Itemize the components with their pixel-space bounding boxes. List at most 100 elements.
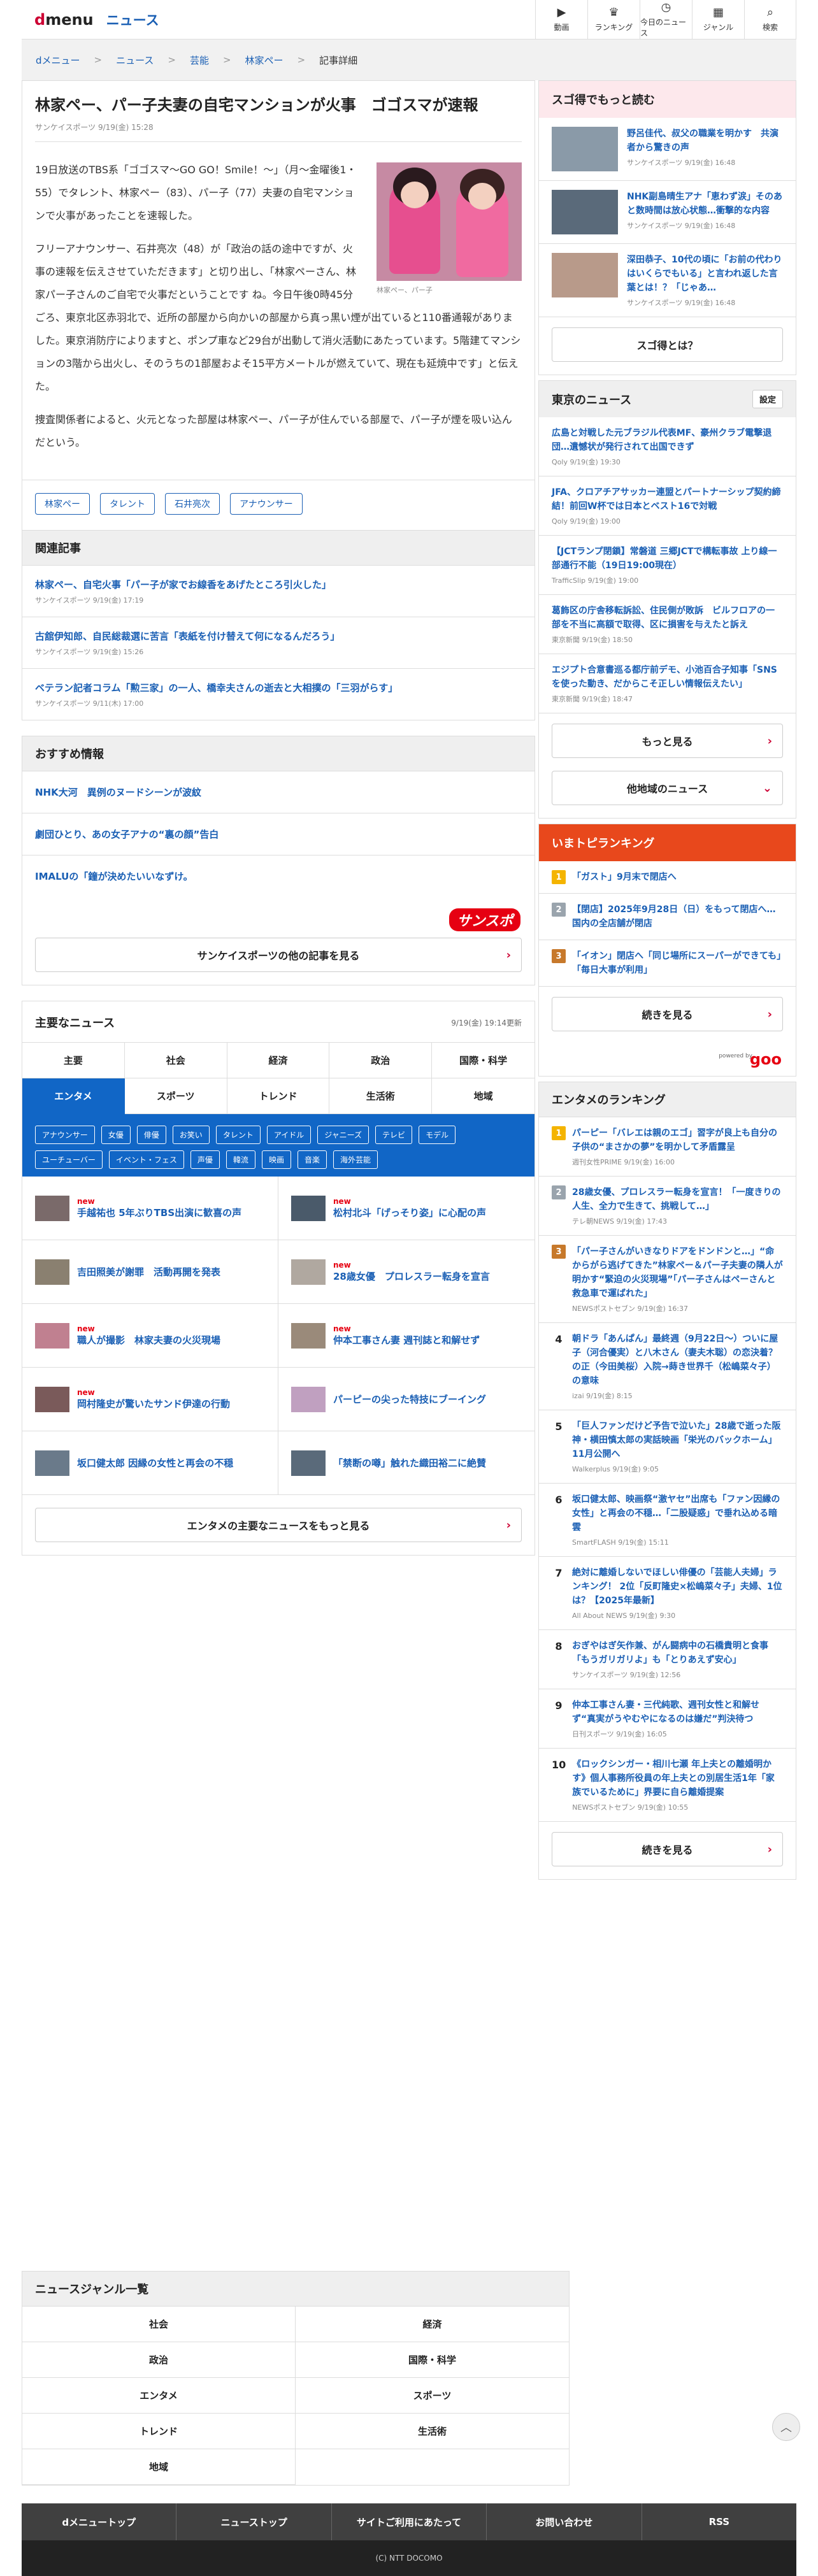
breadcrumb-entertainment[interactable]: 芸能	[190, 54, 209, 67]
recommend-item[interactable]: 劇団ひとり、あの女子アナの“裏の顔”告白	[22, 813, 535, 855]
genre-link[interactable]: 国際・科学	[296, 2342, 569, 2378]
major-news-item[interactable]: new 岡村隆史が驚いたサンド伊達の行動	[22, 1368, 278, 1431]
subgenre-tag[interactable]: テレビ	[375, 1126, 413, 1144]
sanspo-more-button[interactable]: サンケイスポーツの他の記事を見る ›	[35, 938, 522, 972]
subgenre-tag[interactable]: 俳優	[136, 1126, 166, 1144]
tokyo-news-item[interactable]: エジプト合意書巡る都庁前デモ、小池百合子知事「SNSを使った動き、だからこそ正し…	[539, 654, 796, 713]
subgenre-tag[interactable]: 声優	[190, 1150, 220, 1169]
nav-search[interactable]: ⌕ 検索	[744, 0, 796, 39]
nav-ranking[interactable]: ♛ ランキング	[587, 0, 640, 39]
subgenre-tag[interactable]: モデル	[419, 1126, 456, 1144]
tab-trend[interactable]: トレンド	[227, 1078, 330, 1114]
subgenre-tag[interactable]: 女優	[101, 1126, 131, 1144]
sugotoku-item[interactable]: 野呂佳代、叔父の職業を明かす 共演者から驚きの声 サンケイスポーツ 9/19(金)…	[539, 118, 796, 181]
genre-link[interactable]: 地域	[22, 2449, 296, 2485]
footer-terms[interactable]: サイトご利用にあたって	[332, 2503, 487, 2540]
breadcrumb-news[interactable]: ニュース	[116, 54, 154, 67]
goo-logo[interactable]: goo	[750, 1050, 782, 1068]
subgenre-tag[interactable]: イベント・フェス	[108, 1150, 184, 1169]
trend-ranking-item[interactable]: 3 「イオン」閉店へ「同じ場所にスーパーができても」「毎日大事が利用」	[539, 940, 796, 987]
ent-ranking-item[interactable]: 4 朝ドラ「あんぱん」最終週（9月22日〜）ついに屋子（河合優実）と八木さん（妻夫…	[539, 1323, 796, 1410]
tab-entertainment[interactable]: エンタメ	[22, 1078, 125, 1114]
tab-region[interactable]: 地域	[432, 1078, 535, 1114]
dmenu-logo[interactable]: dmenu	[34, 11, 94, 29]
footer-contact[interactable]: お問い合わせ	[487, 2503, 642, 2540]
sugotoku-item[interactable]: 深田恭子、10代の頃に「お前の代わりはいくらでもいる」と言われ返した言葉とは！？…	[539, 244, 796, 317]
nav-video[interactable]: ▶ 動画	[535, 0, 587, 39]
tokyo-more-button[interactable]: もっと見る ›	[552, 724, 783, 758]
tag-link[interactable]: 石井亮次	[165, 493, 220, 515]
genre-link[interactable]: 政治	[22, 2342, 296, 2378]
ent-more-button[interactable]: エンタメの主要なニュースをもっと見る ›	[35, 1508, 522, 1542]
genre-link[interactable]: 生活術	[296, 2414, 569, 2449]
tag-link[interactable]: タレント	[100, 493, 155, 515]
major-news-item[interactable]: new 松村北斗「げっそり姿」に心配の声	[278, 1177, 535, 1240]
ent-ranking-item[interactable]: 3 「パー子さんがいきなりドアをドンドンと…」“命からがら逃げてきた”林家ペー＆パ…	[539, 1236, 796, 1323]
major-news-item[interactable]: new 手越祐也 5年ぶりTBS出演に歓喜の声	[22, 1177, 278, 1240]
footer-news-top[interactable]: ニューストップ	[176, 2503, 332, 2540]
sugotoku-item[interactable]: NHK副島晴生アナ「恵わず涙」そのあと数時間は放心状態…衝撃的な内容 サンケイスポ…	[539, 181, 796, 244]
related-item[interactable]: ベテラン記者コラム「勲三家」の一人、橋幸夫さんの逝去と大相撲の「三羽がらす」 サン…	[22, 669, 535, 720]
news-section-link[interactable]: ニュース	[106, 10, 159, 29]
subgenre-tag[interactable]: お笑い	[172, 1126, 210, 1144]
nav-today[interactable]: ◷ 今日のニュース	[640, 0, 692, 39]
ent-ranking-item[interactable]: 10 《ロックシンガー・相川七瀬 年上夫との離婚明かす》個人事務所役員の年上夫との…	[539, 1749, 796, 1822]
tokyo-news-item[interactable]: 【JCTランプ閉鎖】常磐道 三郷JCTで構転事故 上り線一部通行不能（19日19…	[539, 536, 796, 595]
major-news-item[interactable]: 「禁断の噂」触れた織田裕二に絶賛	[278, 1431, 535, 1495]
recommend-item[interactable]: NHK大河 異例のヌードシーンが波紋	[22, 771, 535, 813]
genre-link[interactable]: 社会	[22, 2307, 296, 2342]
tab-sports[interactable]: スポーツ	[124, 1078, 227, 1114]
tokyo-news-item[interactable]: 葛飾区の庁舎移転訴訟、住民側が敗訴 ビルフロアの一部を不当に高額で取得、区に損害…	[539, 595, 796, 654]
subgenre-tag[interactable]: 映画	[261, 1150, 291, 1169]
genre-link[interactable]: 経済	[296, 2307, 569, 2342]
footer-dmenu-top[interactable]: dメニュートップ	[22, 2503, 177, 2540]
major-news-item[interactable]: 吉田照美が謝罪 活動再開を発表	[22, 1240, 278, 1304]
recommend-item[interactable]: IMALUの「鐘が決めたいいなずけ。	[22, 855, 535, 897]
setting-button[interactable]: 設定	[752, 390, 783, 408]
ent-ranking-item[interactable]: 6 坂口健太郎、映画祭“激ヤセ”出席も「ファン因縁の女性」と再会の不穏…「二股疑惑…	[539, 1484, 796, 1557]
subgenre-tag[interactable]: アイドル	[266, 1126, 312, 1144]
tab-politics[interactable]: 政治	[329, 1043, 433, 1078]
footer-rss[interactable]: RSS	[642, 2503, 796, 2540]
subgenre-tag[interactable]: ジャニーズ	[317, 1126, 370, 1144]
tag-link[interactable]: アナウンサー	[230, 493, 303, 515]
ent-ranking-item[interactable]: 2 28歳女優、プロレスラー転身を宣言！「一度きりの人生、全力で生きて、挑戦して……	[539, 1177, 796, 1236]
breadcrumb-person[interactable]: 林家ペー	[245, 54, 283, 67]
related-item[interactable]: 古舘伊知郎、自民総裁選に苦言「表紙を付け替えて何になるんだろう」 サンケイスポーツ…	[22, 617, 535, 669]
tokyo-news-item[interactable]: JFA、クロアチアサッカー連盟とパートナーシップ契約締結！前回W杯では日本とベス…	[539, 476, 796, 536]
tokyo-news-item[interactable]: 広島と対戦した元ブラジル代表MF、豪州クラブ電撃退団…遺憾状が発行されて出国でき…	[539, 417, 796, 476]
major-news-item[interactable]: new 職人が撮影 林家夫妻の火災現場	[22, 1304, 278, 1368]
trend-more-button[interactable]: 続きを見る ›	[552, 997, 783, 1031]
tab-major[interactable]: 主要	[22, 1043, 125, 1078]
ent-ranking-item[interactable]: 1 パーピー「バレエは親のエゴ」習字が良上も自分の子供の“まさかの夢”を明かして矛…	[539, 1117, 796, 1177]
sanspo-logo[interactable]: サンスポ	[449, 908, 520, 931]
tag-link[interactable]: 林家ペー	[35, 493, 90, 515]
genre-link[interactable]: トレンド	[22, 2414, 296, 2449]
major-news-item[interactable]: パーピーの尖った特技にブーイング	[278, 1368, 535, 1431]
trend-ranking-item[interactable]: 2 【閉店】2025年9月28日（日）をもって閉店へ…国内の全店舗が閉店	[539, 894, 796, 940]
article-photo[interactable]: 林家ペー、パー子	[377, 162, 522, 295]
major-news-item[interactable]: new 仲本工事さん妻 週刊誌と和解せず	[278, 1304, 535, 1368]
tab-international[interactable]: 国際・科学	[432, 1043, 535, 1078]
tab-society[interactable]: 社会	[124, 1043, 227, 1078]
subgenre-tag[interactable]: アナウンサー	[35, 1126, 95, 1144]
subgenre-tag[interactable]: 韓流	[226, 1150, 255, 1169]
subgenre-tag[interactable]: タレント	[215, 1126, 261, 1144]
nav-genre[interactable]: ▦ ジャンル	[692, 0, 744, 39]
subgenre-tag[interactable]: ユーチューバー	[35, 1150, 103, 1169]
major-news-item[interactable]: new 28歳女優 プロレスラー転身を宣言	[278, 1240, 535, 1304]
genre-link[interactable]: スポーツ	[296, 2378, 569, 2414]
subgenre-tag[interactable]: 音楽	[297, 1150, 327, 1169]
subgenre-tag[interactable]: 海外芸能	[333, 1150, 378, 1169]
ent-ranking-item[interactable]: 7 絶対に離婚しないでほしい俳優の「芸能人夫婦」ランキング！ 2位「反町隆史×松嶋…	[539, 1557, 796, 1630]
ent-ranking-more-button[interactable]: 続きを見る ›	[552, 1832, 783, 1866]
tab-economy[interactable]: 経済	[227, 1043, 330, 1078]
ent-ranking-item[interactable]: 8 おぎやはぎ矢作兼、がん闘病中の石橋貴明と食事「もうガリガリよ」も「とりあえず安…	[539, 1630, 796, 1689]
ent-ranking-item[interactable]: 5 「巨人ファンだけど予告で泣いた」28歳で逝った阪神・横田慎太郎の実話映画「栄光…	[539, 1410, 796, 1484]
other-region-button[interactable]: 他地域のニュース ⌄	[552, 771, 783, 805]
breadcrumb-dmenu[interactable]: dメニュー	[36, 54, 80, 67]
back-to-top-button[interactable]: ︿	[772, 2413, 800, 2441]
trend-ranking-item[interactable]: 1 「ガスト」9月末で閉店へ	[539, 861, 796, 894]
ent-ranking-item[interactable]: 9 仲本工事さん妻・三代純歌、週刊女性と和解せず“真実がうやむやになるのは嫌だ”判…	[539, 1689, 796, 1749]
related-item[interactable]: 林家ペー、自宅火事「パー子が家でお線香をあげたところ引火した」 サンケイスポーツ …	[22, 566, 535, 617]
